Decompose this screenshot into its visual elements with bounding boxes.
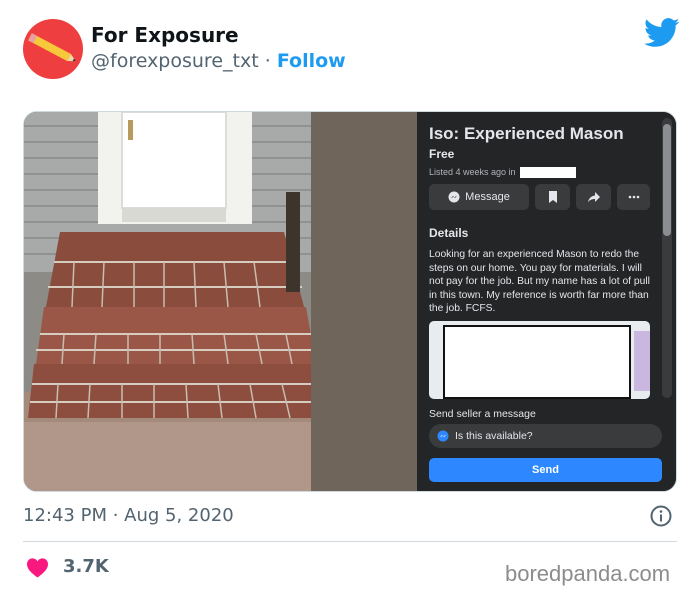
info-icon[interactable] — [650, 505, 672, 527]
message-input-value: Is this available? — [455, 430, 533, 442]
follow-button[interactable]: Follow — [277, 50, 346, 72]
messenger-icon — [448, 191, 460, 203]
details-heading: Details — [429, 226, 469, 240]
marketplace-panel: Iso: Experienced Mason Free Listed 4 wee… — [417, 112, 676, 491]
scroll-thumb[interactable] — [663, 124, 671, 236]
save-button[interactable] — [535, 184, 570, 210]
twitter-bird-icon[interactable] — [644, 18, 680, 48]
like-count[interactable]: 3.7K — [63, 556, 109, 577]
listing-title: Iso: Experienced Mason — [429, 124, 624, 143]
map-region — [634, 331, 650, 391]
send-button[interactable]: Send — [429, 458, 662, 482]
handle[interactable]: @forexposure_txt — [91, 50, 259, 72]
location-map[interactable] — [429, 321, 650, 399]
more-button[interactable] — [617, 184, 650, 210]
scrollbar[interactable] — [662, 118, 672, 398]
handle-row: @forexposure_txt · Follow — [91, 50, 346, 72]
redacted-map — [443, 325, 631, 399]
redacted-location — [520, 167, 577, 179]
listing-meta: Listed 4 weeks ago in — [429, 167, 577, 179]
display-name[interactable]: For Exposure — [91, 23, 239, 47]
divider — [23, 541, 677, 542]
messenger-icon — [437, 430, 449, 442]
listing-description: Looking for an experienced Mason to redo… — [429, 249, 650, 314]
avatar[interactable] — [23, 19, 83, 79]
tweet-card: For Exposure @forexposure_txt · Follow I… — [0, 0, 700, 595]
share-button[interactable] — [576, 184, 611, 210]
heart-icon[interactable] — [26, 557, 49, 578]
message-label: Message — [465, 191, 510, 203]
embedded-media[interactable]: Iso: Experienced Mason Free Listed 4 wee… — [23, 111, 677, 492]
photo-brick-steps — [24, 112, 417, 491]
more-icon — [628, 195, 639, 199]
listed-text: Listed 4 weeks ago in — [429, 167, 516, 177]
message-button[interactable]: Message — [429, 184, 529, 210]
separator: · — [264, 50, 271, 72]
listing-price: Free — [429, 147, 455, 161]
message-input[interactable]: Is this available? — [429, 424, 662, 448]
watermark: boredpanda.com — [505, 561, 671, 586]
share-icon — [587, 191, 600, 202]
tweet-timestamp[interactable]: 12:43 PM · Aug 5, 2020 — [23, 505, 234, 526]
send-seller-label: Send seller a message — [429, 408, 536, 420]
bookmark-icon — [548, 191, 557, 203]
